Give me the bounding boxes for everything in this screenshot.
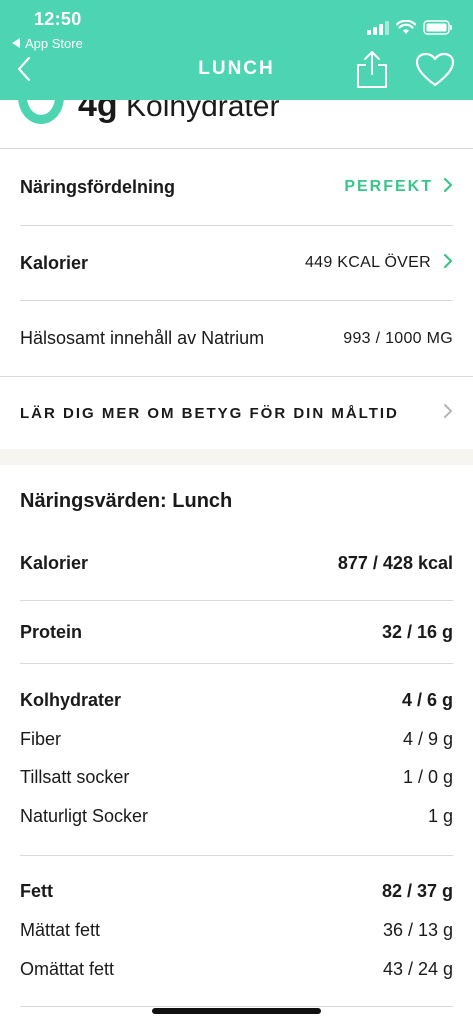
carbs-summary-text: 4g Kolhydrater [78,100,279,125]
calories-rating-value: 449 KCAL ÖVER [305,253,453,274]
nutrient-label: Fiber [20,728,62,749]
nutrient-label: Omättat fett [20,958,115,979]
chevron-right-icon [443,177,453,198]
nutrient-label: Mättat fett [20,919,101,940]
rating-row-distribution[interactable]: Näringsfördelning PERFEKT [0,149,473,225]
learn-more-link[interactable]: LÄR DIG MER OM BETYG FÖR DIN MÅLTID [0,377,473,449]
chevron-right-icon [443,403,453,424]
nutrient-value: 1 g [427,805,453,826]
nutrient-value: 82 / 37 g [381,880,453,901]
nutrient-value: 43 / 24 g [382,958,453,979]
app-header: 12:50 App Store LUNCH [0,0,473,100]
nutrient-value: 877 / 428 kcal [337,552,453,573]
favorite-heart-icon[interactable] [415,52,455,93]
nutrient-label: Kolhydrater [20,689,122,710]
nutrient-value: 1 / 0 g [402,766,453,787]
rating-row-sodium: Hälsosamt innehåll av Natrium 993 / 1000… [0,301,473,376]
nutrient-row-saturated-fat: Mättat fett 36 / 13 g [0,912,473,948]
nutrient-row-fat: Fett 82 / 37 g [0,873,473,909]
nutrient-label: Naturligt Socker [20,805,149,826]
rating-row-calories[interactable]: Kalorier 449 KCAL ÖVER [0,226,473,300]
nutrient-row-protein: Protein 32 / 16 g [0,614,473,650]
nutrient-row-unsaturated-fat: Omättat fett 43 / 24 g [0,951,473,987]
nutrition-title: Näringsvärden: Lunch [20,490,233,512]
wifi-icon [395,19,417,40]
nutrient-row-added-sugar: Tillsatt socker 1 / 0 g [0,759,473,795]
status-time: 12:50 [34,9,82,29]
nutrient-value: 4 / 6 g [401,689,453,710]
nutrient-label: Kalorier [20,552,89,573]
share-icon[interactable] [355,50,389,95]
nutrient-value: 36 / 13 g [382,919,453,940]
nutrient-row-carbs: Kolhydrater 4 / 6 g [0,682,473,718]
home-indicator[interactable] [152,1008,321,1014]
back-to-app-store[interactable]: App Store [12,36,83,51]
distribution-label: Näringsfördelning [20,176,176,197]
carbs-label: Kolhydrater [126,100,280,123]
nutrient-label: Protein [20,621,83,642]
nutrient-row-natural-sugar: Naturligt Socker 1 g [0,798,473,834]
section-separator [0,449,473,465]
carbs-ring [18,100,64,124]
nutrient-value: 32 / 16 g [381,621,453,642]
divider [20,663,453,664]
calories-over-text: 449 KCAL ÖVER [304,254,431,271]
status-icons [367,19,453,40]
signal-icon [367,20,389,40]
back-triangle-icon [12,36,21,51]
sodium-label: Hälsosamt innehåll av Natrium [20,328,265,348]
calories-rating-label: Kalorier [20,252,89,273]
distribution-value: PERFEKT [344,177,453,198]
battery-icon [423,20,453,40]
divider [20,600,453,601]
distribution-grade: PERFEKT [344,178,433,195]
back-app-label: App Store [25,36,83,51]
carbs-summary-peek: 4g Kolhydrater [0,100,473,148]
sodium-value: 993 / 1000 MG [343,329,453,347]
learn-more-label: LÄR DIG MER OM BETYG FÖR DIN MÅLTID [20,404,399,422]
nutrient-row-calories: Kalorier 877 / 428 kcal [0,545,473,581]
chevron-right-icon [443,253,453,274]
carbs-amount: 4g [78,100,118,124]
nutrient-label: Fett [20,880,53,901]
divider [20,1006,453,1007]
nutrient-row-fiber: Fiber 4 / 9 g [0,721,473,757]
nav-title: LUNCH [198,58,275,79]
nutrient-label: Tillsatt socker [20,766,130,787]
nutrient-value: 4 / 9 g [402,728,453,749]
divider [20,855,453,856]
